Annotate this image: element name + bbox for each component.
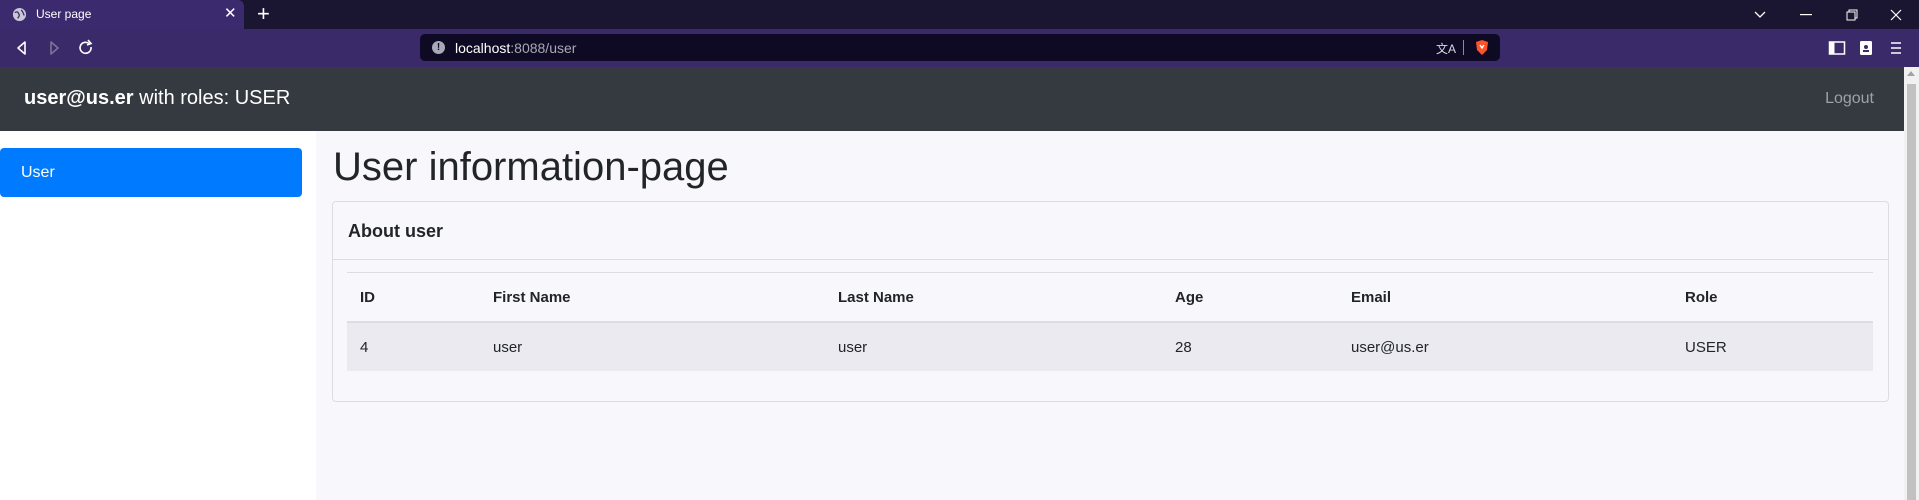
minimize-icon[interactable] xyxy=(1783,0,1829,29)
url-separator xyxy=(1463,40,1464,55)
sidebar-toggle-icon[interactable] xyxy=(1828,40,1846,56)
logout-link[interactable]: Logout xyxy=(1825,90,1874,108)
column-header-age: Age xyxy=(1162,272,1338,323)
restore-icon[interactable] xyxy=(1829,0,1875,29)
sidebar: User xyxy=(0,131,316,500)
app-header: user@us.er with roles: USER Logout xyxy=(0,67,1904,131)
menu-icon[interactable] xyxy=(1887,40,1905,56)
reload-icon[interactable] xyxy=(76,38,96,58)
brave-shield-icon[interactable] xyxy=(1474,39,1490,56)
sidebar-item-user[interactable]: User xyxy=(0,148,302,197)
cell-age: 28 xyxy=(1162,322,1338,371)
cell-first-name: user xyxy=(480,322,825,371)
column-header-email: Email xyxy=(1338,272,1672,323)
url-text[interactable]: localhost:8088/user xyxy=(455,40,576,56)
wallet-icon[interactable] xyxy=(1857,40,1875,56)
tab-close-icon[interactable]: ✕ xyxy=(224,4,237,24)
address-bar[interactable]: ! localhost:8088/user 文A xyxy=(420,34,1500,61)
card-title: About user xyxy=(348,221,444,241)
forward-icon[interactable] xyxy=(44,38,64,58)
header-roles-text: with roles: USER xyxy=(133,87,291,109)
card-header: About user xyxy=(333,202,1888,260)
column-header-first-name: First Name xyxy=(480,272,825,323)
table-header-row: ID First Name Last Name Age Email Role xyxy=(347,272,1873,323)
close-window-icon[interactable] xyxy=(1873,0,1919,29)
header-user-info: user@us.er with roles: USER xyxy=(24,87,290,110)
browser-tab[interactable]: User page ✕ xyxy=(0,0,244,29)
table-row: 4 user user 28 user@us.er USER xyxy=(347,322,1873,371)
scroll-up-icon[interactable] xyxy=(1907,71,1915,76)
sidebar-item-label: User xyxy=(21,164,55,181)
cell-id: 4 xyxy=(347,322,480,371)
globe-icon xyxy=(12,7,27,22)
cell-last-name: user xyxy=(825,322,1162,371)
user-table: ID First Name Last Name Age Email Role 4… xyxy=(347,272,1873,371)
cell-email: user@us.er xyxy=(1338,322,1672,371)
browser-tab-strip: User page ✕ + xyxy=(0,0,1919,29)
main-content: User information-page About user ID Firs… xyxy=(316,131,1904,500)
back-icon[interactable] xyxy=(12,38,32,58)
scrollbar-thumb[interactable] xyxy=(1907,84,1916,500)
column-header-role: Role xyxy=(1672,272,1873,323)
header-user-email: user@us.er xyxy=(24,87,134,109)
column-header-id: ID xyxy=(347,272,480,323)
url-host: localhost xyxy=(455,40,511,56)
tab-list-chevron-icon[interactable] xyxy=(1737,0,1783,29)
column-header-last-name: Last Name xyxy=(825,272,1162,323)
new-tab-icon[interactable]: + xyxy=(257,2,270,26)
url-path: :8088/user xyxy=(510,40,577,56)
page-title: User information-page xyxy=(333,145,729,189)
translate-icon[interactable]: 文A xyxy=(1436,40,1456,57)
page-viewport: user@us.er with roles: USER Logout User … xyxy=(0,67,1904,500)
cell-role: USER xyxy=(1672,322,1873,371)
tab-title: User page xyxy=(36,7,92,21)
user-info-card: About user ID First Name Last Name Age E… xyxy=(332,201,1889,402)
page-scrollbar[interactable] xyxy=(1904,67,1919,500)
site-info-icon[interactable]: ! xyxy=(432,41,445,54)
